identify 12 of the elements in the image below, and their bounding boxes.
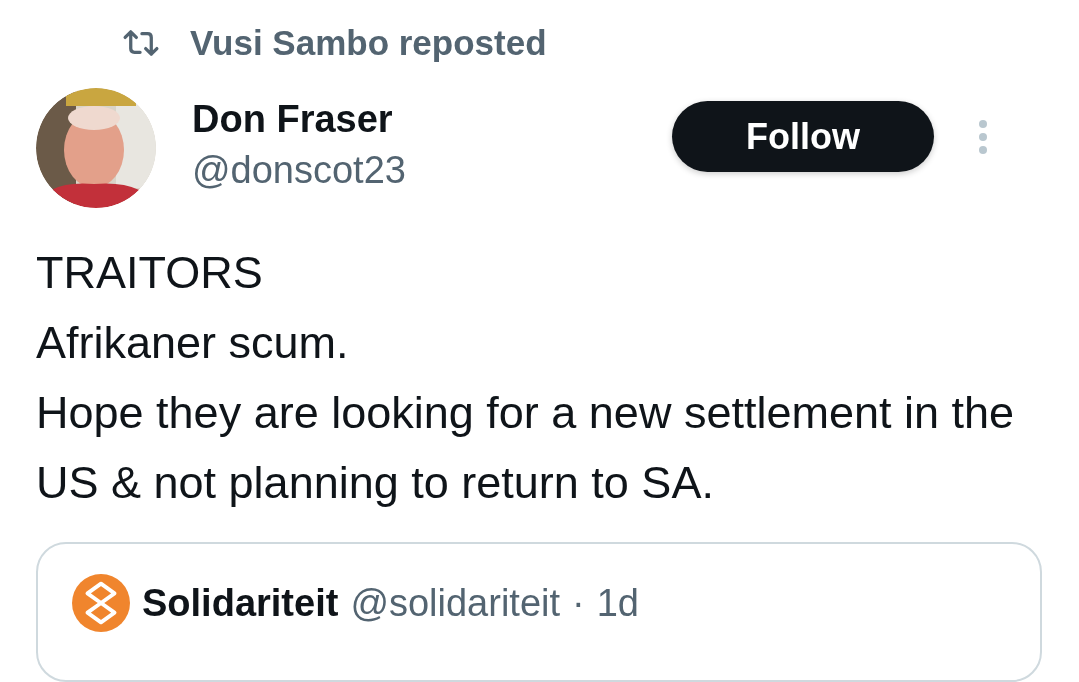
separator-dot: ·	[572, 581, 585, 625]
post-time: 1d	[596, 581, 639, 625]
post-text: TRAITORS Afrikaner scum. Hope they are looking for a new settlement in the US & not planning to return to SA.	[36, 246, 1016, 510]
author-handle[interactable]: @donscot23	[192, 146, 672, 194]
quoted-author-name[interactable]: Solidariteit	[142, 581, 339, 625]
repost-icon	[122, 29, 160, 57]
quoted-author-handle[interactable]: @solidariteit	[350, 581, 561, 625]
quoted-post-card[interactable]: Solidariteit @solidariteit · 1d	[36, 542, 1042, 682]
diamond-logo-icon	[72, 574, 130, 632]
repost-label[interactable]: Vusi Sambo reposted	[190, 23, 547, 63]
follow-button[interactable]: Follow	[672, 101, 934, 172]
author-name[interactable]: Don Fraser	[192, 92, 672, 146]
